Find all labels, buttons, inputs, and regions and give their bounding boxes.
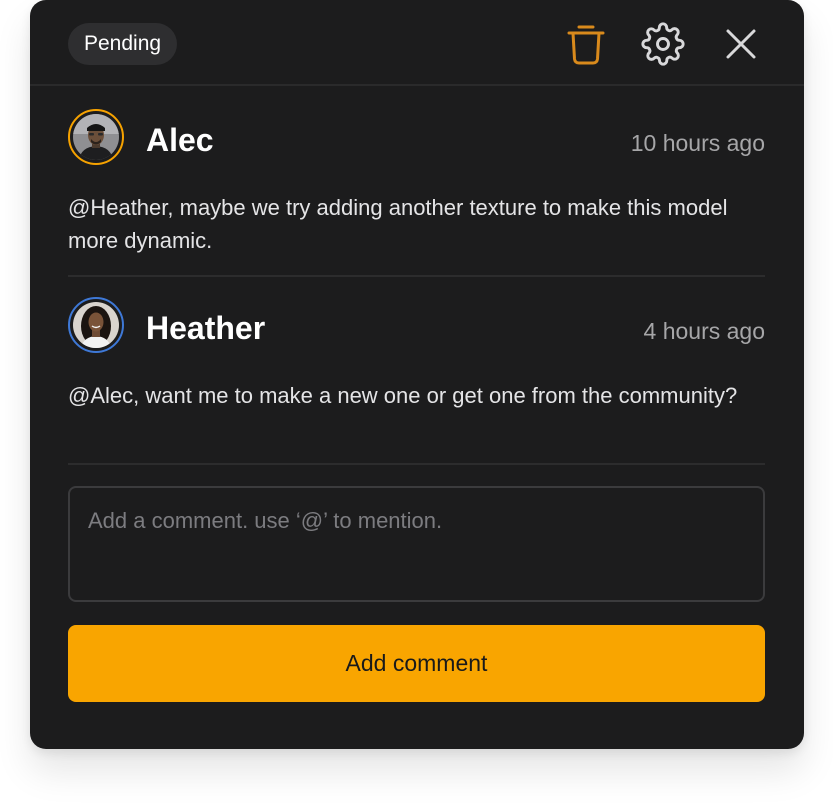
comment-author: Alec — [146, 122, 214, 158]
comment-input[interactable] — [68, 486, 765, 602]
close-button[interactable] — [717, 20, 765, 68]
avatar-image — [73, 302, 119, 348]
status-badge: Pending — [68, 23, 178, 65]
avatar-image — [73, 114, 119, 160]
comment-thread-panel: Pending Alec 10 hours ago @Heather, mayb… — [30, 0, 804, 749]
comment-text: @Alec, want me to make a new one or get … — [68, 383, 738, 408]
settings-button[interactable] — [639, 20, 687, 68]
close-icon — [725, 28, 757, 60]
comment-author: Heather — [146, 310, 266, 346]
avatar[interactable] — [68, 109, 124, 165]
thread-header: Pending — [30, 0, 804, 86]
gear-icon — [641, 22, 685, 66]
comment-timestamp: 4 hours ago — [643, 318, 765, 344]
trash-icon — [566, 22, 606, 66]
comment-item: Heather 4 hours ago @Alec, want me to ma… — [68, 293, 765, 465]
delete-button[interactable] — [562, 20, 610, 68]
comment-text: @Heather, maybe we try adding another te… — [68, 195, 728, 253]
comment-item: Alec 10 hours ago @Heather, maybe we try… — [68, 105, 765, 277]
avatar[interactable] — [68, 297, 124, 353]
add-comment-button[interactable]: Add comment — [68, 625, 765, 702]
comment-timestamp: 10 hours ago — [630, 130, 765, 156]
